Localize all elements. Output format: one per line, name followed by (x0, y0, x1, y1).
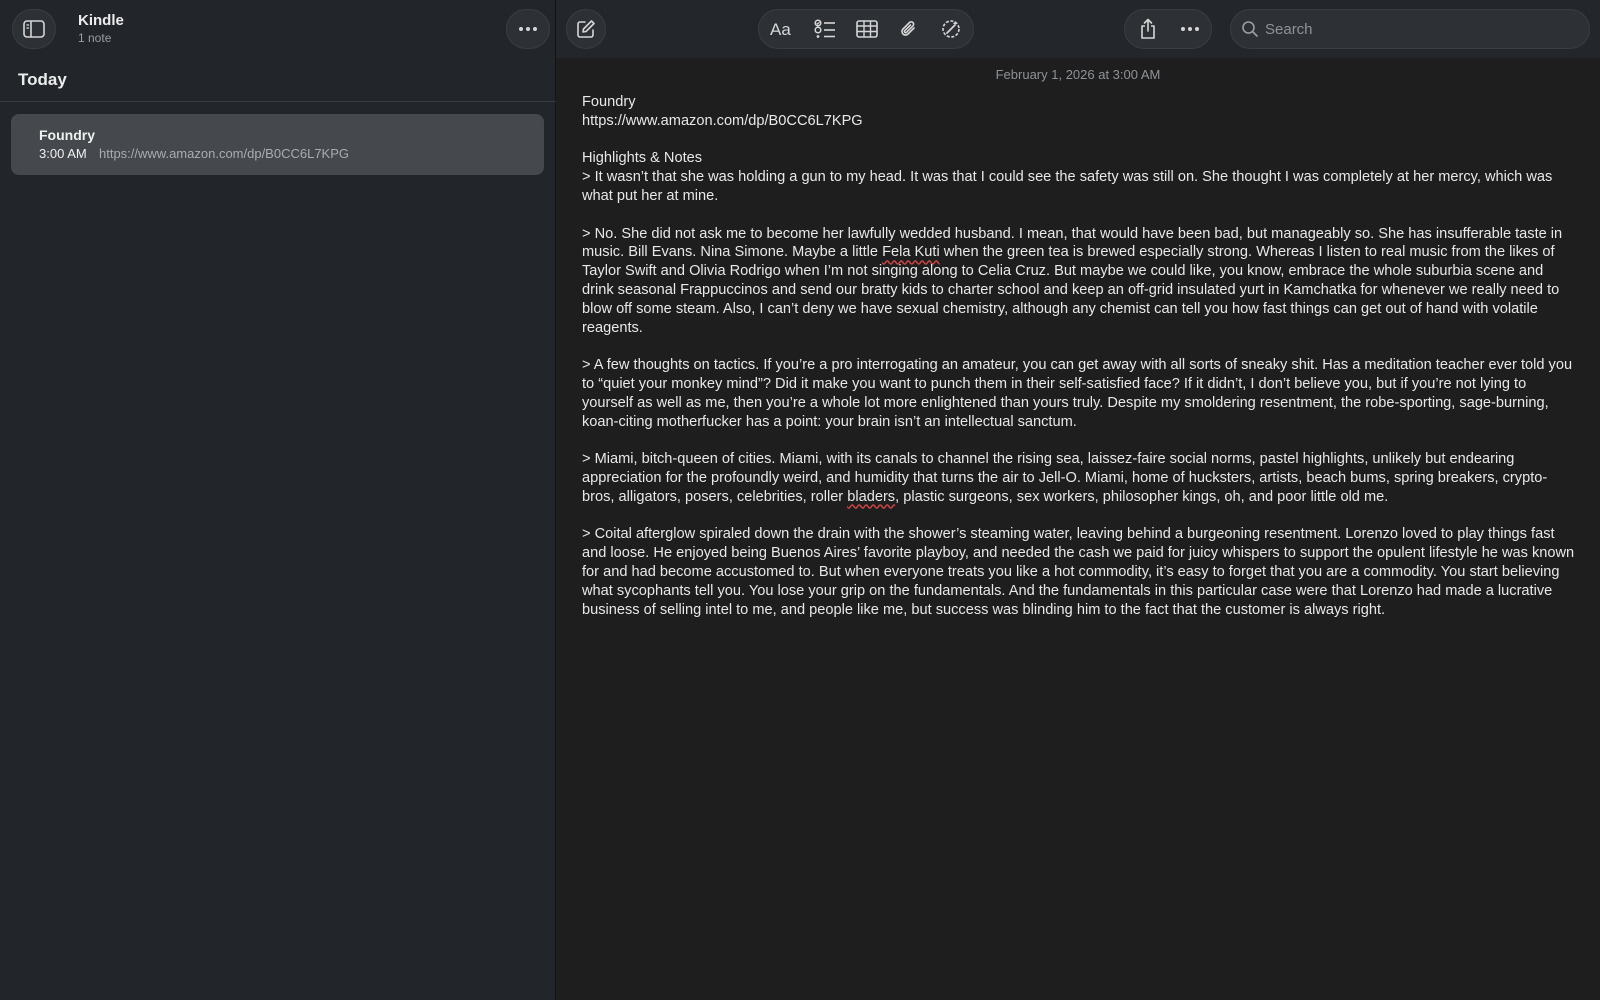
sidebar: Kindle 1 note Today Foundry 3:00 AM http… (0, 0, 556, 1000)
share-button[interactable] (1127, 10, 1169, 48)
highlight-paragraph: > Miami, bitch-queen of cities. Miami, w… (582, 450, 1576, 506)
note-list-item-title: Foundry (39, 127, 95, 143)
share-toolbar-group (1124, 9, 1212, 49)
format-text-button[interactable]: Aa (762, 10, 804, 48)
note-list-item[interactable]: Foundry 3:00 AM https://www.amazon.com/d… (11, 114, 544, 175)
highlight-paragraph: > A few thoughts on tactics. If you’re a… (582, 357, 1573, 430)
checklist-button[interactable] (804, 10, 846, 48)
section-title-today: Today (18, 70, 67, 89)
compose-icon (577, 20, 595, 38)
format-toolbar-group: Aa (758, 9, 974, 49)
misspelled-word[interactable]: bladers (847, 489, 895, 505)
format-text-icon: Aa (770, 21, 791, 37)
more-icon (1181, 27, 1199, 31)
note-list-item-time: 3:00 AM (39, 146, 87, 161)
note-url: https://www.amazon.com/dp/B0CC6L7KPG (582, 112, 863, 129)
note-editor[interactable]: Foundry https://www.amazon.com/dp/B0CC6L… (582, 93, 1576, 619)
highlight-text: , plastic surgeons, sex workers, philoso… (895, 488, 1389, 505)
note-heading: Highlights & Notes (582, 150, 703, 167)
more-icon (519, 27, 537, 31)
highlight-paragraph: > It wasn’t that she was holding a gun t… (582, 169, 1553, 204)
note-list-item-preview: https://www.amazon.com/dp/B0CC6L7KPG (99, 146, 350, 161)
highlight-paragraph: > No. She did not ask me to become her l… (582, 225, 1576, 338)
search-input[interactable] (1265, 10, 1575, 48)
section-divider (0, 101, 556, 102)
checklist-icon (814, 19, 835, 38)
attachment-button[interactable] (888, 10, 930, 48)
share-icon (1141, 18, 1155, 39)
writing-tools-icon (942, 20, 960, 38)
sidebar-toggle-button[interactable] (12, 9, 56, 49)
table-button[interactable] (846, 10, 888, 48)
sidebar-header: Kindle 1 note (0, 0, 556, 58)
writing-tools-button[interactable] (930, 10, 972, 48)
more-button[interactable] (1169, 10, 1211, 48)
note-date: February 1, 2026 at 3:00 AM (995, 67, 1161, 82)
search-icon (1241, 20, 1261, 40)
misspelled-word[interactable]: Fela Kuti (882, 244, 940, 260)
attachment-icon (901, 21, 915, 36)
note-title: Foundry (582, 94, 636, 110)
highlight-paragraph: > Coital afterglow spiraled down the dra… (582, 526, 1575, 618)
table-icon (856, 20, 878, 38)
sidebar-toggle-icon (23, 20, 45, 38)
folder-note-count: 1 note (78, 31, 112, 45)
sidebar-more-button[interactable] (506, 9, 550, 49)
folder-title: Kindle (78, 12, 124, 29)
svg-text:Aa: Aa (770, 21, 791, 37)
search-field[interactable] (1230, 9, 1590, 49)
compose-button[interactable] (566, 9, 606, 49)
